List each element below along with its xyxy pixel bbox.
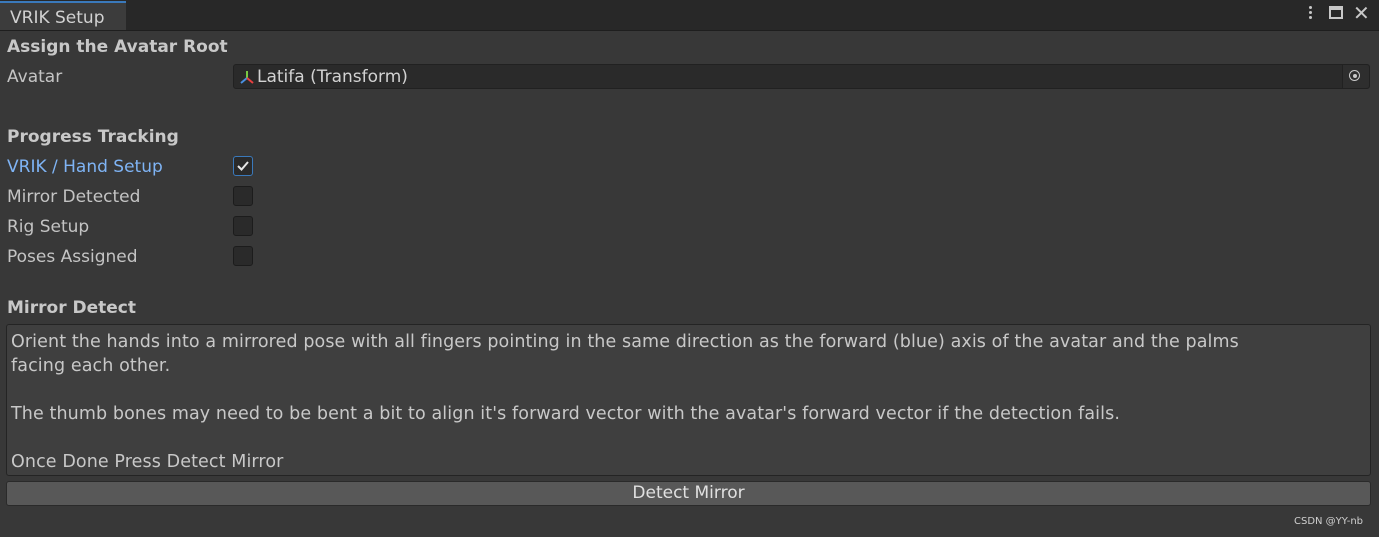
help-text-line: Orient the hands into a mirrored pose wi… (11, 332, 1239, 352)
help-text-line: The thumb bones may need to be bent a bi… (11, 404, 1120, 424)
checkbox-mirror-detected[interactable] (233, 186, 253, 206)
avatar-field-value: Latifa (Transform) (257, 67, 408, 87)
tab-title: VRIK Setup (10, 8, 105, 28)
kebab-menu-icon[interactable] (1303, 4, 1317, 24)
detect-mirror-button[interactable]: Detect Mirror (6, 481, 1371, 506)
checkbox-rig-setup[interactable] (233, 216, 253, 236)
tab-vrik-setup[interactable]: VRIK Setup (0, 1, 126, 30)
help-text-line: facing each other. (11, 356, 171, 376)
progress-label-vrik-hand-setup: VRIK / Hand Setup (7, 157, 163, 177)
section-title-progress-tracking: Progress Tracking (7, 127, 179, 147)
help-text-line (11, 378, 1366, 402)
window-title-bar: VRIK Setup ✕ (0, 0, 1379, 31)
maximize-icon[interactable] (1329, 6, 1343, 19)
section-title-assign-avatar: Assign the Avatar Root (7, 37, 228, 57)
section-title-mirror-detect: Mirror Detect (7, 298, 136, 318)
watermark: CSDN @YY-nb (1293, 516, 1363, 527)
help-text-line: Once Done Press Detect Mirror (11, 452, 284, 472)
transform-axes-icon (240, 71, 254, 84)
avatar-object-field[interactable]: Latifa (Transform) (233, 64, 1370, 89)
mirror-help-box: Orient the hands into a mirrored pose wi… (6, 324, 1371, 476)
help-text-line (11, 426, 1366, 450)
avatar-field-label: Avatar (7, 67, 63, 87)
progress-label-poses-assigned: Poses Assigned (7, 247, 138, 267)
checkmark-icon (237, 161, 249, 171)
object-picker-icon[interactable] (1342, 65, 1369, 88)
progress-label-rig-setup: Rig Setup (7, 217, 90, 237)
close-icon[interactable]: ✕ (1353, 1, 1370, 25)
progress-label-mirror-detected: Mirror Detected (7, 187, 141, 207)
checkbox-vrik-hand-setup[interactable] (233, 156, 253, 176)
checkbox-poses-assigned[interactable] (233, 246, 253, 266)
